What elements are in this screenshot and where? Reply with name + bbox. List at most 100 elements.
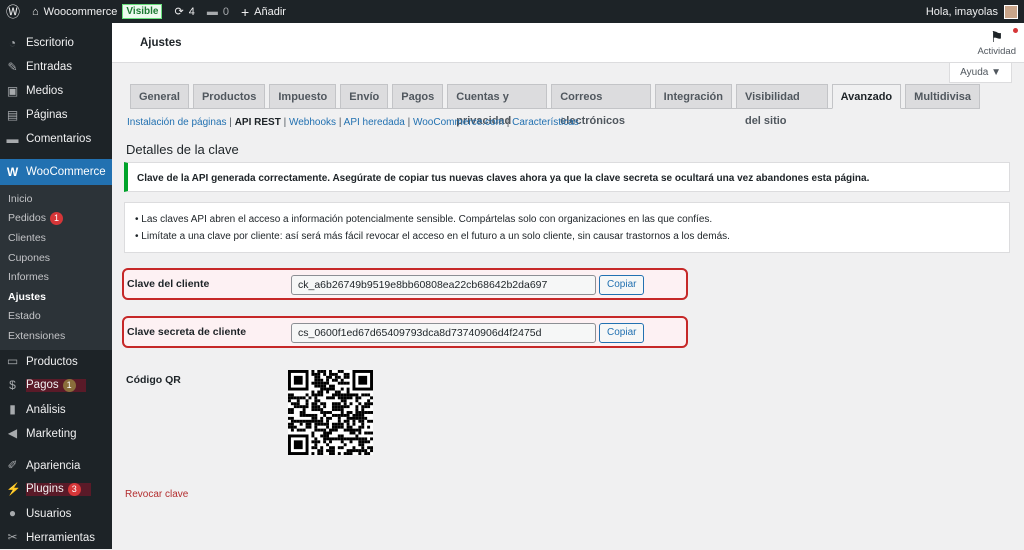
qr-module xyxy=(346,425,350,429)
tab-3[interactable]: Envío xyxy=(340,84,389,109)
revoke-key-link[interactable]: Revocar clave xyxy=(125,489,188,500)
qr-module xyxy=(326,416,330,420)
sidebar-item-herramientas[interactable]: ✂ Herramientas xyxy=(0,526,112,550)
tab-6[interactable]: Correos electrónicos xyxy=(551,84,651,127)
submenu-label: Estado xyxy=(8,310,41,323)
activity-button[interactable]: ⚑ Actividad xyxy=(977,28,1018,57)
tab-0[interactable]: General xyxy=(130,84,189,109)
qr-module xyxy=(334,378,338,382)
copy-consumer-secret-button[interactable]: Copiar xyxy=(599,323,645,343)
sidebar-item-medios[interactable]: ▣ Medios xyxy=(0,79,112,103)
qr-module xyxy=(331,449,335,453)
site-name-link[interactable]: ⌂ Woocommerce Visible xyxy=(26,0,168,23)
qr-module xyxy=(320,402,324,406)
qr-module xyxy=(349,402,353,406)
qr-module xyxy=(320,452,324,455)
submenu-item-cupones[interactable]: Cupones xyxy=(0,248,112,268)
qr-module xyxy=(305,402,309,406)
tab-1[interactable]: Productos xyxy=(192,84,266,109)
greeting: Hola, imayolas xyxy=(925,5,998,18)
tab-2[interactable]: Impuesto xyxy=(269,84,337,109)
qr-module xyxy=(355,428,359,432)
home-icon: ⌂ xyxy=(32,5,39,18)
sidebar-item-woocommerce[interactable]: W WooCommerce xyxy=(0,159,112,185)
add-new-link[interactable]: + Añadir xyxy=(235,0,292,23)
wordpress-logo-icon[interactable]: Ⓦ xyxy=(0,0,26,23)
herramientas-icon: ✂ xyxy=(7,530,18,545)
tab-9[interactable]: Avanzado xyxy=(831,84,902,109)
tab-7[interactable]: Integración xyxy=(654,84,732,109)
qr-module xyxy=(311,381,315,385)
sidebar-item-entradas[interactable]: ✎ Entradas xyxy=(0,55,112,79)
user-menu[interactable]: Hola, imayolas xyxy=(925,4,1024,19)
submenu-item-pedidos[interactable]: Pedidos 1 xyxy=(0,209,112,229)
sidebar-item-marketing[interactable]: ◀ Marketing xyxy=(0,422,112,446)
qr-module xyxy=(346,449,350,453)
submenu-item-ajustes[interactable]: Ajustes xyxy=(0,287,112,307)
sidebar-item-escritorio[interactable]: ◔ Escritorio xyxy=(0,31,112,55)
qr-module xyxy=(311,419,315,423)
sidebar-item-páginas[interactable]: ▤ Páginas xyxy=(0,103,112,127)
subnav-link-3[interactable]: API heredada xyxy=(344,117,405,128)
qr-module xyxy=(299,411,303,414)
qr-module xyxy=(349,425,353,429)
qr-module xyxy=(337,381,341,385)
qr-module xyxy=(331,387,335,391)
qr-module xyxy=(326,387,330,391)
qr-module xyxy=(358,452,362,455)
submenu-item-inicio[interactable]: Inicio xyxy=(0,189,112,209)
qr-module xyxy=(331,452,335,455)
qr-module xyxy=(320,419,324,423)
qr-module xyxy=(290,396,294,400)
subnav-link-1[interactable]: API REST xyxy=(235,117,281,128)
qr-module xyxy=(364,416,368,420)
qr-module xyxy=(331,396,335,400)
consumer-secret-input[interactable]: cs_0600f1ed67d65409793dca8d73740906d4f24… xyxy=(291,323,596,343)
qr-module xyxy=(337,425,341,429)
subnav-link-4[interactable]: WooCommerce.com xyxy=(413,117,504,128)
tab-10[interactable]: Multidivisa xyxy=(905,84,980,109)
sidebar-item-análisis[interactable]: ▮ Análisis xyxy=(0,398,112,422)
tab-8[interactable]: Visibilidad del sitio xyxy=(735,84,828,127)
qr-module xyxy=(367,446,371,450)
submenu-item-extensiones[interactable]: Extensiones xyxy=(0,326,112,346)
sidebar-item-usuarios[interactable]: ● Usuarios xyxy=(0,502,112,526)
submenu-item-informes[interactable]: Informes xyxy=(0,267,112,287)
help-button[interactable]: Ayuda ▼ xyxy=(949,63,1012,83)
sidebar-item-apariencia[interactable]: ✐ Apariencia xyxy=(0,454,112,478)
qr-module xyxy=(314,428,318,432)
submenu-item-clientes[interactable]: Clientes xyxy=(0,228,112,248)
qr-module xyxy=(349,452,353,455)
sidebar-item-productos[interactable]: ▭ Productos xyxy=(0,350,112,374)
qr-module xyxy=(349,428,353,432)
qr-module xyxy=(337,452,341,455)
sidebar-item-plugins[interactable]: ⚡ Plugins 3 xyxy=(0,478,112,502)
copy-consumer-key-button[interactable]: Copiar xyxy=(599,275,645,295)
separator: | xyxy=(336,117,344,128)
subnav-link-5[interactable]: Características xyxy=(512,117,579,128)
qr-module xyxy=(367,402,371,406)
qr-module xyxy=(334,437,338,441)
tab-4[interactable]: Pagos xyxy=(392,84,444,109)
qr-module xyxy=(311,416,315,420)
comments-link[interactable]: ▬ 0 xyxy=(201,0,235,23)
sidebar-item-pagos[interactable]: $ Pagos 1 xyxy=(0,374,112,398)
submenu-item-estado[interactable]: Estado xyxy=(0,307,112,327)
qr-module xyxy=(358,431,362,435)
subnav-link-0[interactable]: Instalación de páginas xyxy=(127,117,227,128)
consumer-key-row: Clave del cliente ck_a6b26749b9519e8bb60… xyxy=(122,268,688,300)
qr-module xyxy=(320,378,324,382)
qr-module xyxy=(305,393,309,397)
updates-link[interactable]: ⟳ 4 xyxy=(168,0,200,23)
consumer-key-label: Clave del cliente xyxy=(127,278,210,290)
sidebar-item-comentarios[interactable]: ▬ Comentarios xyxy=(0,127,112,151)
consumer-key-input[interactable]: ck_a6b26749b9519e8bb60808ea22cb68642b2da… xyxy=(291,275,596,295)
tab-5[interactable]: Cuentas y privacidad xyxy=(447,84,548,127)
qr-module xyxy=(314,378,318,382)
qr-module xyxy=(331,405,335,409)
subnav-link-2[interactable]: Webhooks xyxy=(289,117,336,128)
qr-module xyxy=(302,411,306,414)
qr-module xyxy=(340,370,344,373)
qr-module xyxy=(326,443,330,447)
qr-module xyxy=(296,396,300,400)
